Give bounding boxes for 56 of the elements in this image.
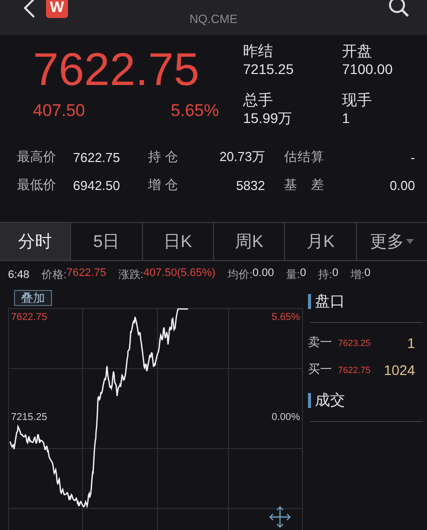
time-label: 6:48 (8, 268, 30, 280)
axis-label: 7215.25 (11, 412, 48, 423)
ticker-label: 价格: (41, 268, 66, 282)
field-label: 昨结 (243, 43, 274, 61)
caret-icon (406, 239, 414, 244)
back-icon[interactable] (22, 0, 36, 18)
stat-label: 持 仓 (148, 148, 178, 166)
stat-label: 最高价 (17, 149, 56, 164)
stat-value: 6942.50 (73, 178, 121, 192)
field-value: 15.99万 (243, 110, 294, 126)
overlay-button[interactable]: 叠加 (14, 290, 52, 306)
ticker-value: 0.00 (252, 267, 274, 281)
field-value: 7100.00 (342, 61, 394, 78)
ticker-value: 0 (332, 267, 338, 281)
order-price: 7623.25 (338, 338, 372, 348)
order-label: 买一 (308, 361, 333, 378)
change-percent: 5.65% (170, 101, 219, 121)
stat-value: - (410, 150, 415, 164)
axis-label: 7622.75 (11, 312, 48, 323)
axis-label: 0.00% (272, 412, 300, 423)
period-tab[interactable]: 分时 (0, 223, 72, 260)
field-value: 7215.25 (243, 61, 295, 78)
stat-value: 5832 (235, 178, 265, 192)
stat-value: 0.00 (388, 178, 415, 192)
stat-label: 增 仓 (148, 176, 178, 194)
stat-value: 20.73万 (218, 148, 265, 166)
order-label: 卖一 (308, 334, 333, 351)
stat-label: 估结算 (284, 148, 324, 166)
price-change: 407.50 (33, 101, 85, 121)
symbol-code: NQ.CME (188, 12, 238, 26)
last-price: 7622.75 (33, 43, 200, 95)
ticker-label: 持: (318, 268, 332, 282)
order-volume: 1 (406, 334, 415, 350)
ticker-value: 407.50(5.65%) (143, 267, 216, 281)
ticker-label: 涨跌: (118, 268, 144, 282)
section-title: 成交 (315, 390, 345, 410)
ticker-label: 增: (350, 268, 364, 282)
ticker-value: 7622.75 (66, 267, 106, 281)
stat-value: 7622.75 (73, 150, 121, 164)
field-label: 现手 (342, 92, 373, 110)
move-icon[interactable] (269, 506, 291, 528)
stat-label: 最低价 (17, 177, 56, 192)
ticker-value: 0 (364, 267, 371, 281)
section-title: 盘口 (315, 292, 345, 310)
app-logo: W (46, 0, 68, 18)
ticker-label: 均价: (227, 268, 253, 282)
ticker-value: 0 (300, 267, 306, 281)
field-label: 总手 (243, 92, 274, 110)
search-icon[interactable] (388, 0, 410, 18)
field-value: 1 (342, 110, 351, 126)
order-volume: 1024 (382, 362, 415, 378)
ticker-label: 量: (286, 268, 300, 282)
field-label: 开盘 (342, 43, 373, 61)
axis-label: 5.65% (272, 312, 300, 323)
order-price: 7622.75 (338, 364, 372, 374)
stat-label: 基 差 (284, 176, 324, 194)
